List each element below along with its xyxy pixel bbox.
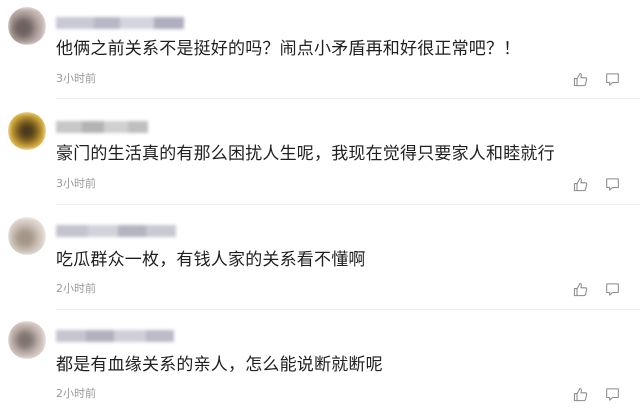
thumbs-up-icon[interactable] (572, 71, 588, 87)
comment-list: 他俩之前关系不是挺好的吗？闹点小矛盾再和好很正常吧？！ 3小时前 豪门的生活真的… (0, 0, 640, 410)
thumbs-up-icon[interactable] (572, 281, 588, 297)
comment-item: 吃瓜群众一枚，有钱人家的关系看不懂啊 2小时前 (0, 205, 640, 310)
thumbs-up-icon[interactable] (572, 176, 588, 192)
avatar[interactable] (8, 321, 46, 359)
comment-icon[interactable] (604, 71, 620, 87)
comment-icon[interactable] (604, 386, 620, 402)
username-redacted[interactable] (56, 118, 148, 133)
avatar[interactable] (8, 7, 46, 45)
comment-text: 豪门的生活真的有那么困扰人生呢，我现在觉得只要家人和睦就行 (56, 144, 555, 164)
comment-text: 他俩之前关系不是挺好的吗？闹点小矛盾再和好很正常吧？！ (56, 39, 521, 59)
username-redacted[interactable] (56, 327, 174, 342)
comment-text: 都是有血缘关系的亲人，怎么能说断就断呢 (56, 355, 383, 375)
avatar[interactable] (8, 112, 46, 150)
avatar[interactable] (8, 217, 46, 255)
comment-item: 豪门的生活真的有那么困扰人生呢，我现在觉得只要家人和睦就行 3小时前 (0, 100, 640, 205)
comment-time: 3小时前 (56, 177, 96, 190)
comment-item: 都是有血缘关系的亲人，怎么能说断就断呢 2小时前 (0, 310, 640, 410)
thumbs-up-icon[interactable] (572, 386, 588, 402)
divider (56, 98, 640, 99)
comment-text: 吃瓜群众一枚，有钱人家的关系看不懂啊 (56, 250, 366, 270)
comment-time: 3小时前 (56, 72, 96, 85)
comment-time: 2小时前 (56, 387, 96, 400)
comment-item: 他俩之前关系不是挺好的吗？闹点小矛盾再和好很正常吧？！ 3小时前 (0, 0, 640, 100)
username-redacted[interactable] (56, 14, 184, 29)
comment-icon[interactable] (604, 176, 620, 192)
comment-icon[interactable] (604, 281, 620, 297)
comment-time: 2小时前 (56, 282, 96, 295)
username-redacted[interactable] (56, 222, 176, 237)
